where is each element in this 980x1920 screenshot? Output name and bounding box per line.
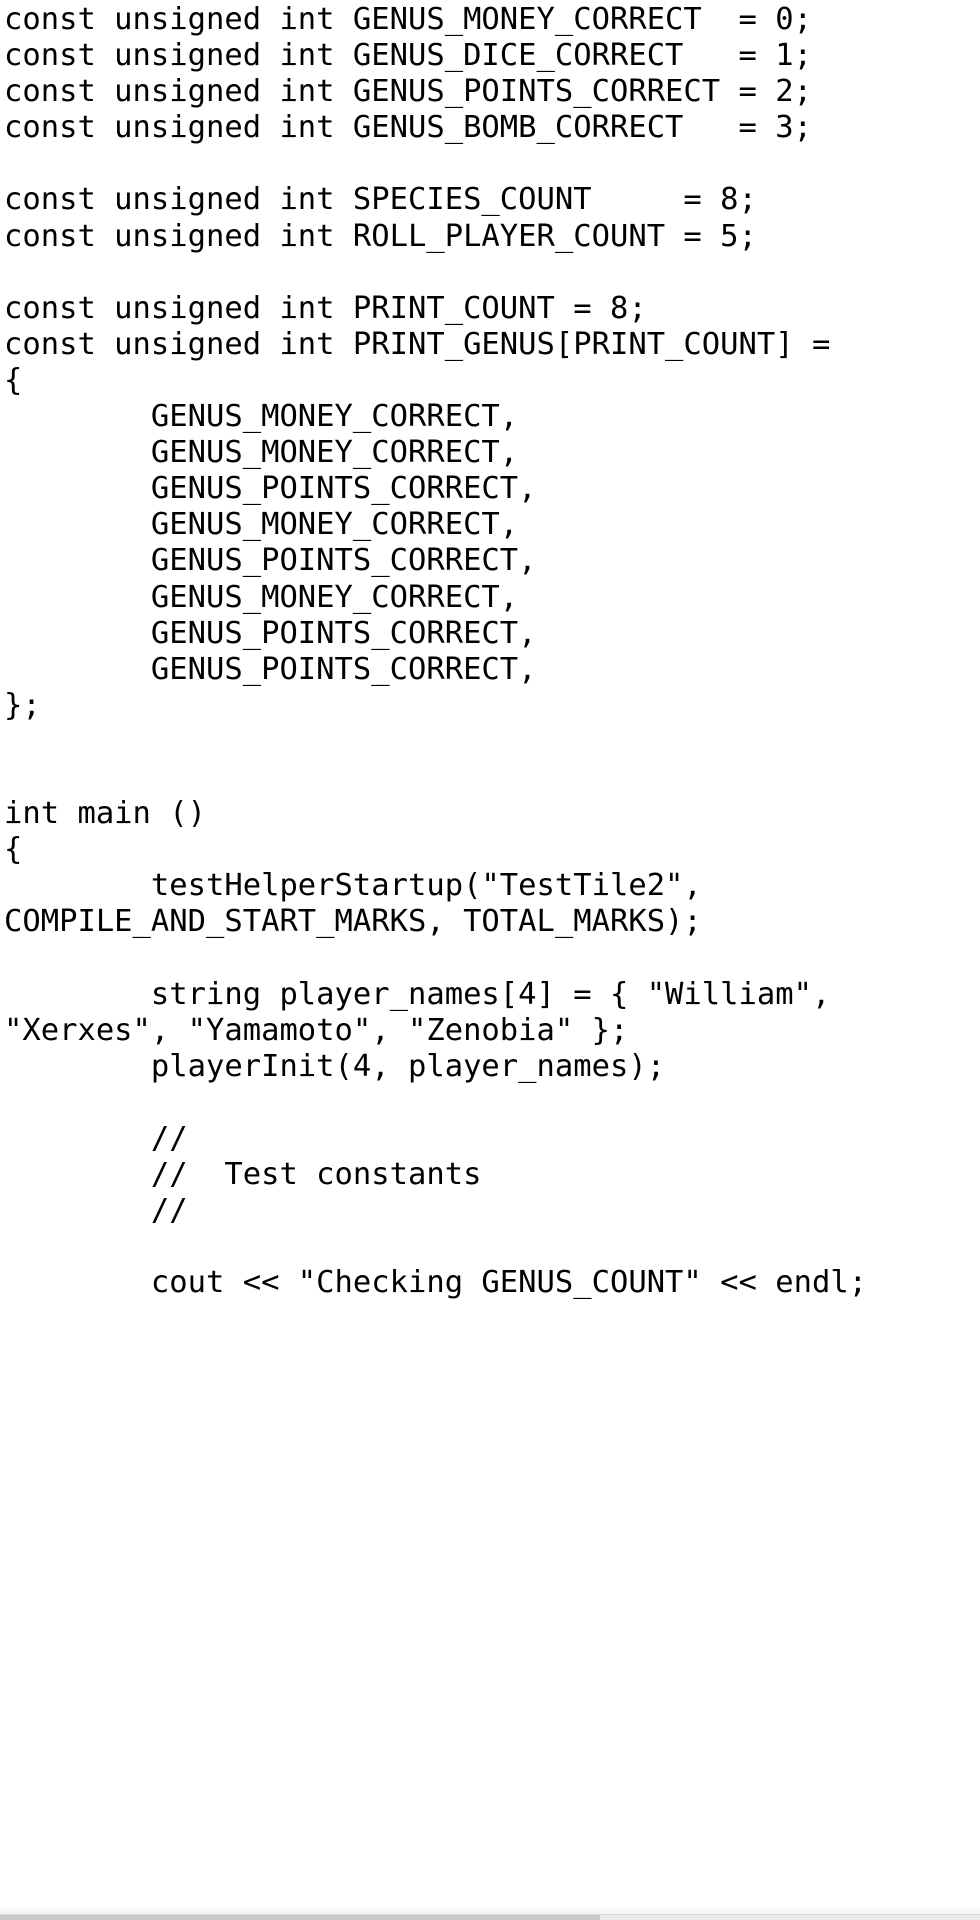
code-text-area[interactable]: const unsigned int GENUS_MONEY_CORRECT =…: [0, 0, 980, 1301]
horizontal-scrollbar-thumb[interactable]: [0, 1915, 600, 1920]
source-code[interactable]: const unsigned int GENUS_MONEY_CORRECT =…: [4, 2, 980, 1301]
code-viewer[interactable]: const unsigned int GENUS_MONEY_CORRECT =…: [0, 0, 980, 1920]
horizontal-scrollbar-track[interactable]: [0, 1914, 980, 1920]
